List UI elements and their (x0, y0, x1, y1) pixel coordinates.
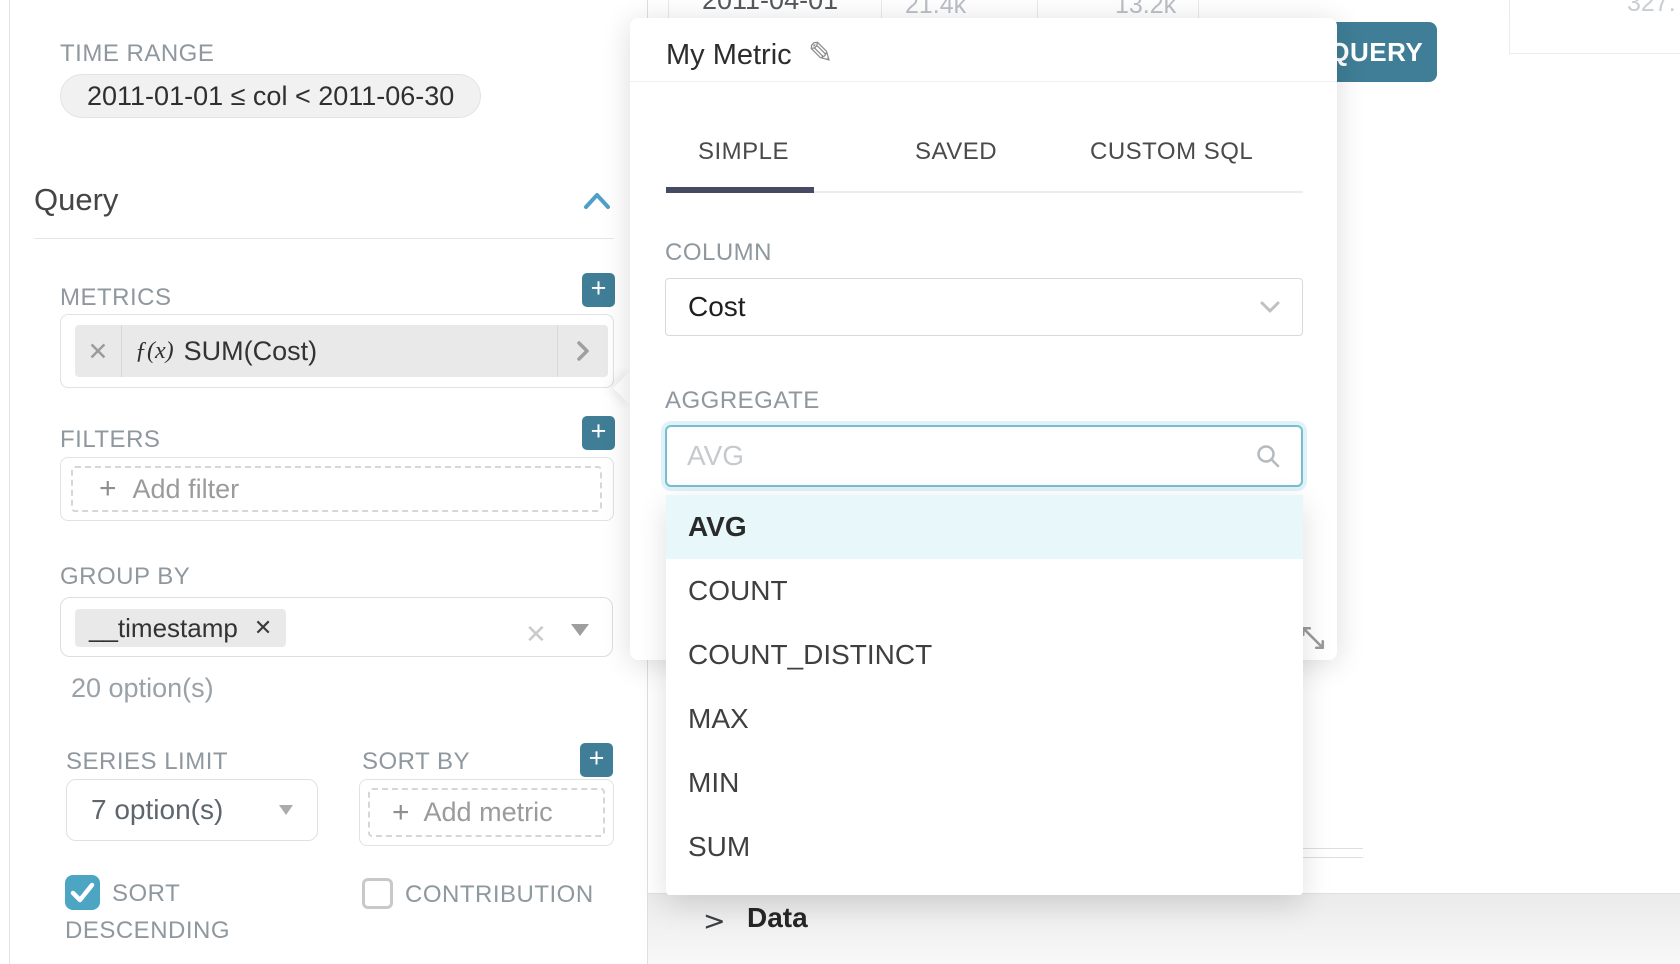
aggregate-dropdown: AVG COUNT COUNT_DISTINCT MAX MIN SUM (666, 495, 1303, 895)
resize-handle-icon[interactable] (1300, 625, 1326, 651)
table-grid-line (1198, 0, 1199, 18)
sort-descending-checkbox[interactable] (65, 875, 100, 910)
chevron-down-icon (1260, 301, 1280, 314)
plus-icon: + (99, 472, 117, 506)
table-grid-line (1509, 53, 1680, 54)
caret-down-icon[interactable] (571, 624, 589, 636)
table-grid-line (1037, 0, 1038, 18)
results-table-fragment: 2011-04-01 00:00:00 21.4k 13.2k 327.77 (648, 0, 1680, 18)
add-filter-dropzone[interactable]: + Add filter (71, 466, 602, 512)
panel-left-border (9, 0, 10, 964)
column-label: COLUMN (665, 239, 772, 267)
metrics-label: METRICS (60, 284, 172, 312)
group-by-label: GROUP BY (60, 563, 190, 591)
panel-edge-line (1303, 848, 1363, 849)
chevron-right-icon[interactable] (558, 340, 608, 362)
active-tab-underline (666, 187, 814, 193)
add-filter-button[interactable]: + (582, 416, 615, 450)
contribution-label: CONTRIBUTION (405, 881, 594, 908)
add-sort-metric-button[interactable]: + (580, 743, 613, 777)
chevron-right-icon[interactable]: > (703, 906, 726, 937)
aggregate-option-min[interactable]: MIN (666, 751, 1303, 815)
sort-by-label: SORT BY (362, 748, 470, 776)
aggregate-option-sum[interactable]: SUM (666, 815, 1303, 879)
add-sort-metric-dropzone[interactable]: + Add metric (368, 788, 605, 837)
clear-select-icon[interactable]: ✕ (525, 620, 547, 650)
sort-descending-control: SORT DESCENDING (65, 875, 285, 949)
aggregate-option-count[interactable]: COUNT (666, 559, 1303, 623)
section-divider (34, 238, 614, 239)
panel-edge-line (1303, 857, 1363, 858)
tab-custom-sql[interactable]: CUSTOM SQL (1090, 138, 1253, 166)
pill-divider (121, 325, 122, 377)
add-filter-placeholder: Add filter (133, 474, 240, 505)
data-collapse-panel[interactable]: > Data (648, 893, 1680, 964)
query-section-title: Query (34, 182, 118, 218)
table-grid-line (1509, 0, 1510, 18)
group-by-tag[interactable]: __timestamp ✕ (75, 609, 286, 647)
metric-pill[interactable]: ✕ ƒ(x) SUM(Cost) (75, 325, 608, 377)
aggregate-label: AGGREGATE (665, 387, 820, 415)
edit-title-pencil-icon[interactable]: ✎ (808, 36, 833, 71)
contribution-checkbox[interactable] (362, 878, 393, 909)
time-range-label: TIME RANGE (60, 40, 214, 68)
table-cell-value: 327.77 (1627, 0, 1680, 18)
group-by-options-hint: 20 option(s) (71, 673, 214, 704)
series-limit-select[interactable]: 7 option(s) (66, 779, 318, 841)
add-metric-placeholder: Add metric (424, 797, 553, 828)
tab-saved[interactable]: SAVED (915, 138, 997, 166)
contribution-control: CONTRIBUTION (362, 878, 622, 911)
series-limit-label: SERIES LIMIT (66, 748, 228, 776)
add-metric-button[interactable]: + (582, 273, 615, 307)
check-icon (65, 875, 100, 910)
tab-simple[interactable]: SIMPLE (698, 138, 789, 166)
table-cell-value: 13.2k (1115, 0, 1176, 18)
plus-icon: + (392, 796, 410, 830)
time-range-pill[interactable]: 2011-01-01 ≤ col < 2011-06-30 (60, 74, 481, 118)
explore-screen: 2011-04-01 00:00:00 21.4k 13.2k 327.77 R… (0, 0, 1680, 964)
series-limit-value: 7 option(s) (91, 794, 279, 826)
chevron-up-icon[interactable] (583, 190, 611, 212)
popover-header-divider (630, 81, 1337, 82)
group-by-tag-text: __timestamp (89, 613, 238, 644)
aggregate-combobox (665, 425, 1303, 487)
aggregate-option-avg[interactable]: AVG (666, 495, 1303, 559)
table-cell-value: 21.4k (905, 0, 966, 18)
column-select-value: Cost (688, 291, 1260, 323)
table-grid-line (668, 0, 669, 18)
caret-down-icon (279, 805, 293, 815)
search-icon (1255, 443, 1281, 469)
metric-name: SUM(Cost) (184, 336, 318, 367)
column-select[interactable]: Cost (665, 278, 1303, 336)
data-panel-title: Data (747, 902, 808, 934)
fx-function-icon: ƒ(x) (135, 338, 174, 365)
remove-tag-icon[interactable]: ✕ (254, 616, 272, 641)
table-grid-line (1509, 18, 1510, 53)
aggregate-option-count-distinct[interactable]: COUNT_DISTINCT (666, 623, 1303, 687)
remove-metric-icon[interactable]: ✕ (75, 337, 121, 366)
aggregate-option-max[interactable]: MAX (666, 687, 1303, 751)
table-grid-line (881, 0, 882, 18)
aggregate-input[interactable] (687, 440, 1255, 472)
filters-label: FILTERS (60, 426, 160, 454)
metric-popover-title: My Metric (666, 39, 792, 72)
